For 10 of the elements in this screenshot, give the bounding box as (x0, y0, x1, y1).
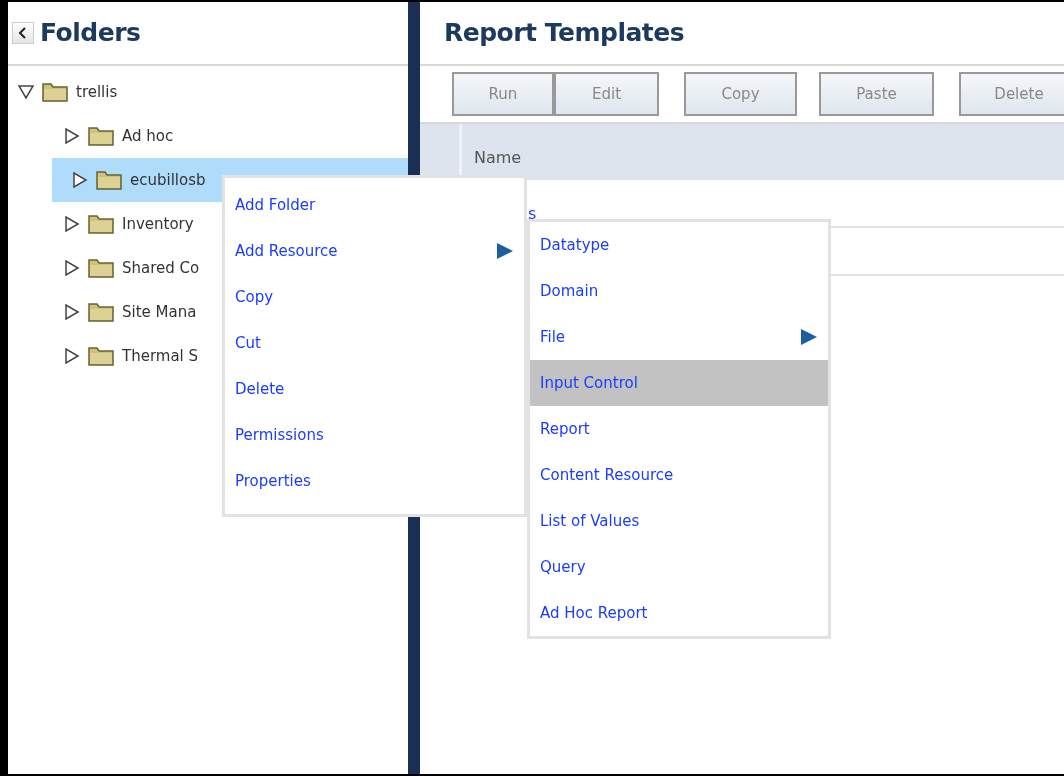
tree-label: ecubillosb (130, 169, 206, 191)
tree-label: Site Mana (122, 301, 197, 323)
tree-label: Inventory (122, 213, 194, 235)
tree-label: Ad hoc (122, 125, 174, 147)
tree-label: Thermal S (122, 345, 199, 367)
tree-label: trellis (76, 81, 118, 103)
table-cell-text: s (528, 203, 537, 225)
tree-label: Shared Co (122, 257, 200, 279)
panel-title: Folders (40, 17, 141, 50)
panel-title: Report Templates (444, 17, 685, 50)
